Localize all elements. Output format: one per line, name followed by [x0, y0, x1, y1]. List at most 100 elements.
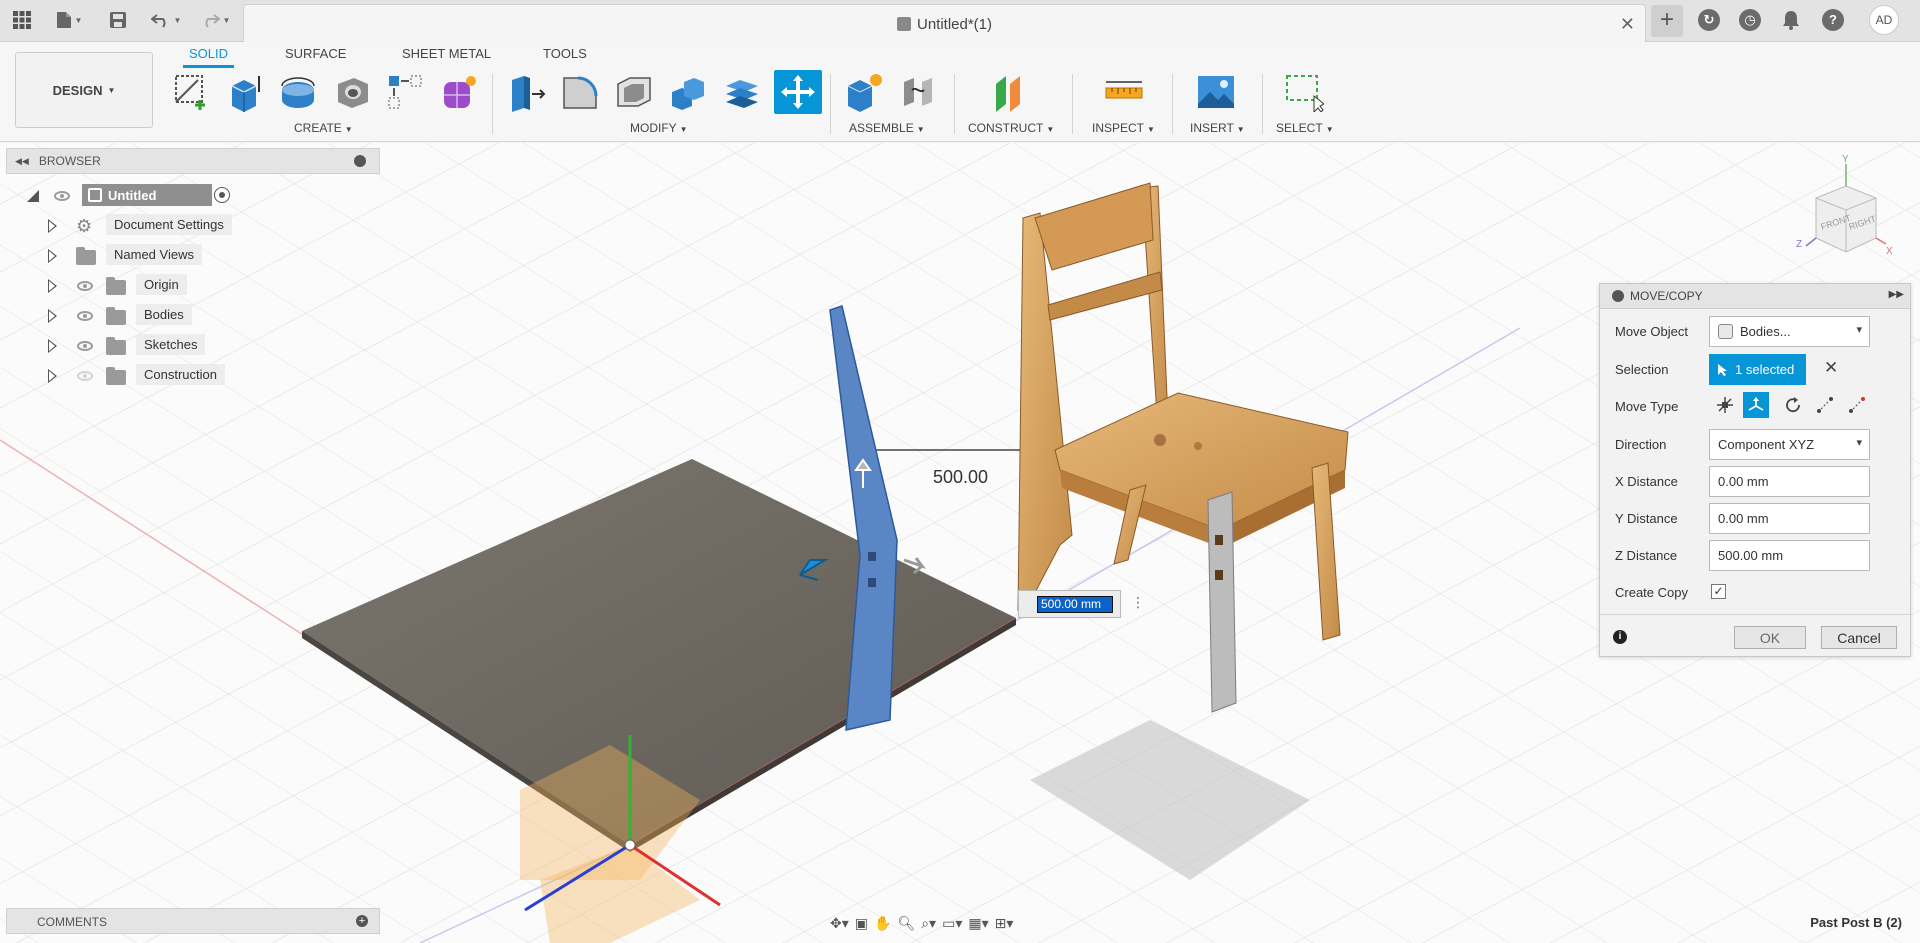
- joint-button[interactable]: [896, 70, 940, 114]
- zoom-window-icon[interactable]: ⌕▾: [921, 915, 936, 932]
- close-tab-icon[interactable]: ✕: [1620, 14, 1635, 35]
- browser-root[interactable]: Untitled: [26, 184, 230, 208]
- expand-icon[interactable]: [48, 219, 57, 233]
- hole-button[interactable]: [330, 70, 374, 114]
- pan-icon[interactable]: ✋: [874, 915, 891, 932]
- notifications-icon[interactable]: [1780, 9, 1802, 31]
- inspect-menu[interactable]: INSPECT ▼: [1092, 121, 1155, 135]
- collapse-dialog-icon[interactable]: [1612, 290, 1624, 302]
- comments-panel[interactable]: COMMENTS +: [6, 908, 380, 934]
- offset-plane-button[interactable]: [988, 70, 1032, 114]
- app-grid-icon[interactable]: [10, 9, 34, 31]
- pattern-button[interactable]: [383, 70, 427, 114]
- more-options-icon[interactable]: ⋮: [1131, 594, 1145, 611]
- minimize-icon[interactable]: [354, 155, 366, 167]
- orbit-icon[interactable]: ✥▾: [830, 915, 849, 932]
- browser-item-origin[interactable]: Origin: [48, 274, 248, 298]
- ok-button[interactable]: OK: [1734, 626, 1806, 649]
- expand-icon[interactable]: [48, 309, 57, 323]
- document-tab[interactable]: Untitled*(1) ✕: [243, 4, 1646, 42]
- add-comment-icon[interactable]: +: [356, 915, 368, 927]
- help-icon[interactable]: ?: [1822, 9, 1844, 31]
- fillet-button[interactable]: [558, 70, 602, 114]
- expand-icon[interactable]: [48, 369, 57, 383]
- browser-item-construction[interactable]: Construction: [48, 364, 248, 388]
- offset-face-button[interactable]: [720, 70, 764, 114]
- visibility-icon[interactable]: [77, 311, 93, 321]
- create-copy-checkbox[interactable]: ✓: [1711, 584, 1726, 599]
- revolve-button[interactable]: [276, 70, 320, 114]
- grid-settings-icon[interactable]: ▦▾: [968, 915, 988, 932]
- redo-button[interactable]: ▼: [196, 9, 234, 31]
- selection-button[interactable]: 1 selected: [1709, 354, 1806, 385]
- assemble-menu[interactable]: ASSEMBLE ▼: [849, 121, 925, 135]
- cancel-button[interactable]: Cancel: [1821, 626, 1897, 649]
- visibility-icon[interactable]: [77, 281, 93, 291]
- extrude-button[interactable]: [222, 70, 266, 114]
- create-sketch-button[interactable]: [170, 70, 214, 114]
- tab-surface[interactable]: SURFACE: [279, 44, 352, 68]
- free-move-icon[interactable]: [1712, 392, 1738, 418]
- direction-select[interactable]: Component XYZ: [1709, 429, 1870, 460]
- expand-dialog-icon[interactable]: ▶▶: [1889, 289, 1904, 300]
- new-tab-button[interactable]: +: [1651, 5, 1683, 37]
- y-distance-input[interactable]: 0.00 mm: [1709, 503, 1870, 534]
- expand-down-icon[interactable]: [26, 189, 40, 203]
- info-icon[interactable]: i: [1613, 630, 1627, 644]
- shell-button[interactable]: [612, 70, 656, 114]
- undo-button[interactable]: ▼: [147, 9, 185, 31]
- clear-selection-icon[interactable]: ✕: [1824, 358, 1838, 378]
- display-settings-icon[interactable]: ▭▾: [942, 915, 962, 932]
- dialog-header[interactable]: MOVE/COPY ▶▶: [1600, 284, 1910, 309]
- zoom-icon[interactable]: 🔍︎: [897, 915, 915, 932]
- translate-icon[interactable]: [1743, 392, 1769, 418]
- create-menu[interactable]: CREATE ▼: [294, 121, 353, 135]
- viewports-icon[interactable]: ⊞▾: [995, 915, 1014, 932]
- browser-header[interactable]: ◀◀ BROWSER: [6, 148, 380, 174]
- save-button[interactable]: [106, 9, 130, 31]
- root-component[interactable]: Untitled: [82, 184, 212, 206]
- new-component-button[interactable]: [842, 70, 886, 114]
- z-distance-input[interactable]: 500.00 mm: [1709, 540, 1870, 571]
- view-cube[interactable]: FRONT RIGHT Y Z X: [1786, 150, 1896, 270]
- tab-sheet-metal[interactable]: SHEET METAL: [396, 44, 497, 68]
- expand-icon[interactable]: [48, 249, 57, 263]
- point-to-position-icon[interactable]: [1844, 392, 1870, 418]
- file-menu-button[interactable]: ▼: [50, 9, 88, 31]
- move-object-select[interactable]: Bodies...: [1709, 316, 1870, 347]
- job-status-icon[interactable]: ◷: [1739, 9, 1761, 31]
- rotate-icon[interactable]: [1780, 392, 1806, 418]
- browser-item-sketches[interactable]: Sketches: [48, 334, 248, 358]
- dimension-input[interactable]: 500.00 mm: [1037, 596, 1113, 613]
- past-post-b[interactable]: [1207, 491, 1237, 713]
- browser-item-bodies[interactable]: Bodies: [48, 304, 248, 328]
- visibility-icon[interactable]: [77, 341, 93, 351]
- user-avatar[interactable]: AD: [1869, 5, 1899, 35]
- x-distance-input[interactable]: 0.00 mm: [1709, 466, 1870, 497]
- expand-icon[interactable]: [48, 339, 57, 353]
- select-button[interactable]: [1282, 70, 1326, 114]
- workspace-switcher[interactable]: DESIGN ▼: [15, 52, 153, 128]
- modify-menu[interactable]: MODIFY ▼: [630, 121, 688, 135]
- insert-canvas-button[interactable]: [1194, 70, 1238, 114]
- measure-button[interactable]: [1102, 70, 1146, 114]
- insert-menu[interactable]: INSERT ▼: [1190, 121, 1245, 135]
- combine-button[interactable]: [666, 70, 710, 114]
- activate-radio-icon[interactable]: [214, 187, 230, 203]
- browser-item-document-settings[interactable]: ⚙ Document Settings: [48, 214, 248, 238]
- tab-tools[interactable]: TOOLS: [537, 44, 593, 68]
- form-button[interactable]: [436, 70, 480, 114]
- collapse-icon[interactable]: ◀◀: [15, 156, 29, 167]
- extensions-icon[interactable]: ↻: [1698, 9, 1720, 31]
- select-menu[interactable]: SELECT ▼: [1276, 121, 1334, 135]
- press-pull-button[interactable]: [504, 70, 548, 114]
- move-copy-button[interactable]: [774, 70, 822, 114]
- look-at-icon[interactable]: ▣: [855, 915, 868, 932]
- construct-menu[interactable]: CONSTRUCT ▼: [968, 121, 1054, 135]
- expand-icon[interactable]: [48, 279, 57, 293]
- browser-item-named-views[interactable]: Named Views: [48, 244, 248, 268]
- tab-solid[interactable]: SOLID: [183, 44, 235, 68]
- hidden-visibility-icon[interactable]: [77, 371, 93, 381]
- visibility-icon[interactable]: [54, 191, 70, 201]
- point-to-point-icon[interactable]: [1812, 392, 1838, 418]
